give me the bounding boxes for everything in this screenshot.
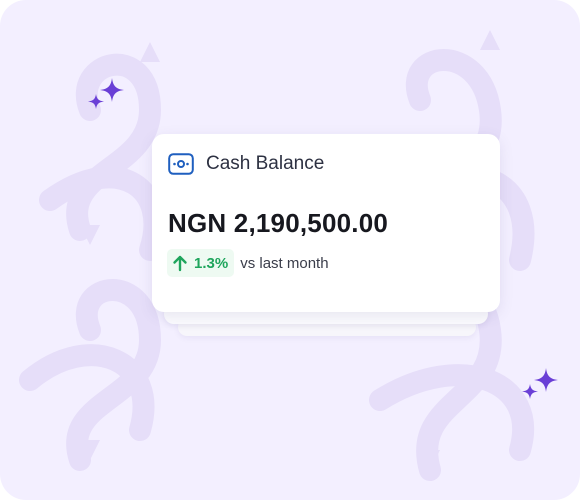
card-title: Cash Balance	[206, 153, 325, 174]
canvas: Cash Balance NGN 2,190,500.00 1.3% vs la…	[0, 0, 580, 500]
change-value: 1.3%	[194, 254, 229, 272]
cash-balance-card: Cash Balance NGN 2,190,500.00 1.3% vs la…	[152, 134, 500, 312]
sparkle-icon	[88, 78, 124, 109]
wallet-icon	[168, 153, 194, 175]
change-row: 1.3% vs last month	[167, 249, 329, 277]
sparkle-icon	[522, 368, 558, 399]
change-suffix: vs last month	[240, 254, 329, 272]
change-badge: 1.3%	[167, 249, 235, 277]
arrow-up-icon	[173, 255, 187, 272]
card-header: Cash Balance	[168, 150, 324, 178]
balance-amount: NGN 2,190,500.00	[168, 208, 389, 238]
